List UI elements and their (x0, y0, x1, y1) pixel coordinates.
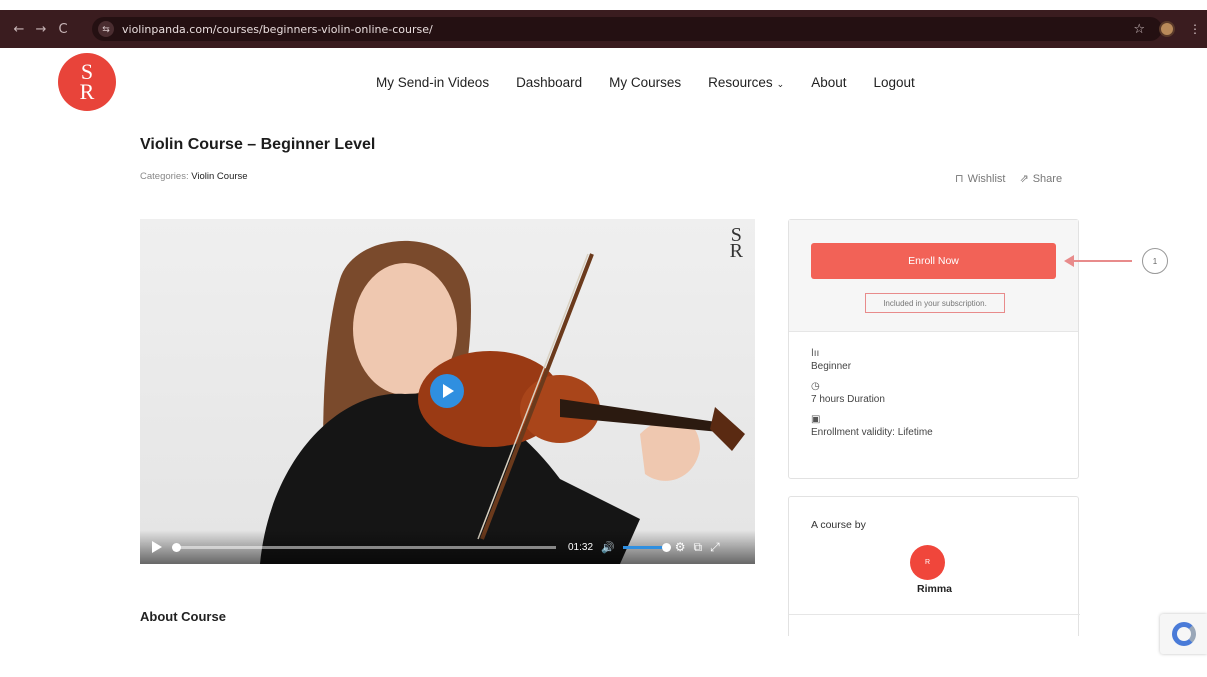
nav-resources[interactable]: Resources ⌄ (708, 75, 784, 90)
calendar-icon: ▣ (811, 414, 821, 425)
reload-button[interactable]: C (52, 22, 74, 37)
video-watermark-logo: S R (729, 225, 743, 262)
wishlist-label: Wishlist (967, 172, 1006, 185)
duration-item: ◷ 7 hours Duration (811, 381, 1056, 405)
level-bars-icon: lıı (811, 348, 820, 359)
url-text[interactable]: violinpanda.com/courses/beginners-violin… (122, 23, 433, 36)
validity-text: Enrollment validity: Lifetime (811, 427, 933, 438)
author-label: A course by (811, 519, 866, 531)
volume-slider[interactable] (622, 542, 671, 552)
annotation-arrow-icon (1064, 255, 1132, 267)
step-number-badge: 1 (1142, 248, 1168, 274)
video-player[interactable]: S R 01:32 🔊 ⚙ ⧉ ⤢ (140, 219, 755, 564)
main-navigation: My Send-in Videos Dashboard My Courses R… (376, 75, 915, 90)
fullscreen-icon[interactable]: ⤢ (710, 540, 720, 555)
watermark-letter-bottom: R (729, 240, 743, 262)
course-meta: lıı Beginner ◷ 7 hours Duration ▣ Enroll… (789, 332, 1078, 463)
more-menu-icon[interactable]: ⋮ (1189, 22, 1201, 36)
recaptcha-badge[interactable] (1160, 614, 1207, 654)
site-logo[interactable]: S R (58, 53, 116, 111)
subscription-note: Included in your subscription. (865, 293, 1005, 313)
browser-toolbar: ← → C ⇆ violinpanda.com/courses/beginner… (0, 10, 1207, 48)
control-play-icon[interactable] (152, 541, 162, 553)
share-label: Share (1032, 172, 1063, 185)
enroll-card: Enroll Now Included in your subscription… (788, 219, 1079, 479)
bookmark-icon: ⊓ (955, 173, 964, 185)
bookmark-star-icon[interactable]: ☆ (1133, 21, 1145, 37)
nav-send-in-videos[interactable]: My Send-in Videos (376, 75, 489, 90)
category-link[interactable]: Violin Course (191, 171, 247, 182)
share-button[interactable]: ⇗ Share (1019, 172, 1063, 186)
course-categories: Categories: Violin Course (140, 171, 248, 182)
progress-bar[interactable] (172, 542, 556, 552)
address-bar[interactable]: ⇆ violinpanda.com/courses/beginners-viol… (92, 17, 1162, 41)
big-play-button[interactable] (430, 374, 464, 408)
site-settings-icon[interactable]: ⇆ (98, 21, 114, 37)
progress-handle[interactable] (172, 542, 181, 552)
toolbar-right: ☆ ⋮ (1133, 10, 1207, 48)
duration-text: 7 hours Duration (811, 394, 885, 405)
nav-dashboard[interactable]: Dashboard (516, 75, 582, 90)
validity-item: ▣ Enrollment validity: Lifetime (811, 414, 1056, 438)
author-divider (789, 614, 1080, 615)
nav-my-courses[interactable]: My Courses (609, 75, 681, 90)
volume-handle[interactable] (661, 542, 671, 552)
author-name[interactable]: Rimma (789, 583, 1080, 595)
logo-monogram: S R (79, 61, 95, 104)
volume-fill (622, 545, 667, 549)
recaptcha-logo-icon (1171, 622, 1196, 646)
profile-avatar-icon[interactable] (1159, 21, 1175, 37)
clock-icon: ◷ (811, 381, 820, 392)
nav-logout[interactable]: Logout (873, 75, 914, 90)
share-icon: ⇗ (1019, 173, 1029, 185)
enroll-now-button[interactable]: Enroll Now (811, 243, 1056, 279)
course-title: Violin Course – Beginner Level (140, 136, 376, 153)
course-actions: ⊓ Wishlist ⇗ Share (955, 172, 1063, 186)
nav-resources-label: Resources (708, 75, 773, 90)
enroll-section: Enroll Now Included in your subscription… (789, 220, 1078, 332)
wishlist-button[interactable]: ⊓ Wishlist (955, 172, 1006, 186)
author-card: A course by R Rimma (788, 496, 1080, 636)
level-item: lıı Beginner (811, 348, 1056, 372)
author-avatar[interactable]: R (910, 545, 945, 580)
logo-letter-bottom: R (79, 79, 95, 104)
picture-in-picture-icon[interactable]: ⧉ (694, 540, 703, 555)
categories-label: Categories: (140, 171, 189, 182)
settings-icon[interactable]: ⚙ (675, 540, 686, 554)
video-controls: 01:32 🔊 ⚙ ⧉ ⤢ (140, 530, 755, 564)
level-text: Beginner (811, 361, 852, 372)
about-course-heading: About Course (140, 609, 226, 624)
nav-about[interactable]: About (811, 75, 846, 90)
chevron-down-icon: ⌄ (776, 79, 785, 89)
play-icon (443, 384, 454, 398)
volume-icon[interactable]: 🔊 (601, 541, 615, 554)
forward-button[interactable]: → (30, 22, 52, 37)
back-button[interactable]: ← (8, 22, 30, 37)
current-time: 01:32 (568, 541, 594, 553)
